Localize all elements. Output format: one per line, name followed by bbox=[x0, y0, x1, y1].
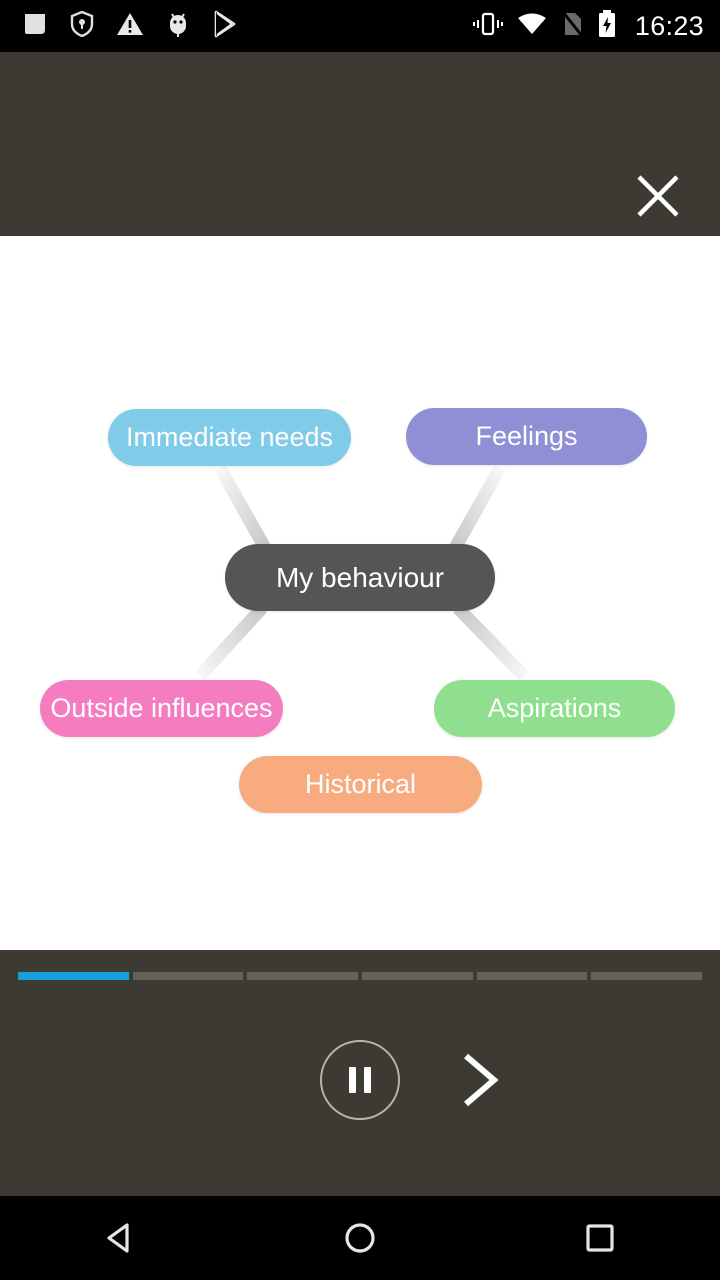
node-label: Immediate needs bbox=[125, 422, 334, 452]
mindmap-node-historical[interactable]: Historical bbox=[239, 756, 482, 813]
mindmap-node-center[interactable]: My behaviour bbox=[225, 544, 495, 611]
phone-screen: 16:23 Immediate needs Feelings My behavi… bbox=[0, 0, 720, 1280]
wifi-icon bbox=[517, 12, 547, 41]
battery-charging-icon bbox=[597, 9, 617, 43]
mindmap-canvas: Immediate needs Feelings My behaviour Ou… bbox=[0, 236, 720, 950]
node-label: Historical bbox=[304, 769, 417, 799]
pause-button[interactable] bbox=[320, 1040, 400, 1120]
status-bar-notification-icons bbox=[22, 10, 238, 43]
node-label: Aspirations bbox=[487, 693, 622, 723]
node-label: Outside influences bbox=[50, 693, 273, 723]
nav-home-button[interactable] bbox=[300, 1196, 420, 1280]
nav-back-button[interactable] bbox=[60, 1196, 180, 1280]
note-icon bbox=[22, 11, 48, 42]
progress-segment-4[interactable] bbox=[362, 972, 473, 980]
warning-triangle-icon bbox=[116, 11, 144, 42]
nav-recents-button[interactable] bbox=[540, 1196, 660, 1280]
progress-segment-3[interactable] bbox=[247, 972, 359, 980]
pause-icon-bar-right bbox=[364, 1067, 371, 1093]
mindmap-node-aspirations[interactable]: Aspirations bbox=[434, 680, 675, 737]
node-label: My behaviour bbox=[275, 561, 445, 593]
no-sim-icon bbox=[561, 10, 584, 42]
mindmap-node-immediate-needs[interactable]: Immediate needs bbox=[108, 409, 351, 466]
pause-icon-bar-left bbox=[349, 1067, 356, 1093]
mindmap-node-outside-influences[interactable]: Outside influences bbox=[40, 680, 283, 737]
next-chevron-icon[interactable] bbox=[452, 1048, 508, 1112]
progress-segment-1[interactable] bbox=[18, 972, 129, 980]
progress-segment-5[interactable] bbox=[476, 972, 588, 980]
android-bug-icon bbox=[166, 10, 190, 43]
play-store-icon bbox=[212, 10, 238, 43]
progress-segment-6[interactable] bbox=[591, 972, 703, 980]
player-control-bar bbox=[0, 950, 720, 1196]
progress-segment-2[interactable] bbox=[132, 972, 244, 980]
playback-controls bbox=[0, 1015, 720, 1120]
close-icon[interactable] bbox=[626, 164, 690, 228]
mindmap-node-feelings[interactable]: Feelings bbox=[406, 408, 647, 465]
status-bar-clock: 16:23 bbox=[634, 10, 704, 41]
lesson-header-bar bbox=[0, 52, 720, 236]
progress-segments[interactable] bbox=[18, 972, 703, 980]
vibrate-icon bbox=[472, 11, 503, 42]
status-bar-system-icons: 16:23 bbox=[472, 0, 704, 52]
shield-key-icon bbox=[70, 10, 94, 42]
android-navigation-bar bbox=[0, 1196, 720, 1280]
node-label: Feelings bbox=[475, 421, 578, 451]
android-status-bar: 16:23 bbox=[0, 0, 720, 52]
